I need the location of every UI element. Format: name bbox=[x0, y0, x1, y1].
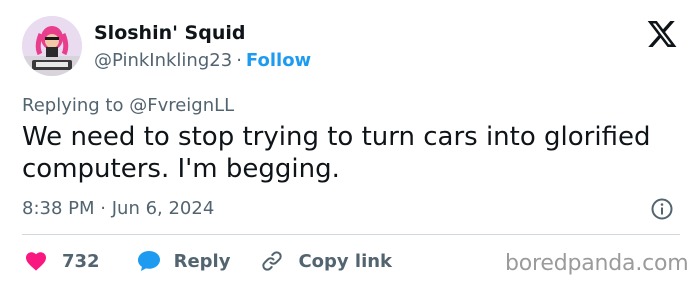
link-icon bbox=[262, 251, 283, 271]
author-handle[interactable]: @PinkInkling23 bbox=[94, 50, 232, 71]
like-button[interactable]: 732 bbox=[24, 249, 100, 273]
x-logo-icon[interactable] bbox=[646, 18, 678, 50]
like-count: 732 bbox=[62, 250, 100, 272]
tweet-date: Jun 6, 2024 bbox=[111, 198, 215, 219]
author-handle-row: @PinkInkling23 · Follow bbox=[94, 50, 311, 71]
reply-mention-link[interactable]: @FvreignLL bbox=[129, 95, 234, 116]
follow-button[interactable]: Follow bbox=[246, 50, 311, 71]
info-icon[interactable] bbox=[650, 197, 674, 221]
divider bbox=[22, 234, 680, 235]
reply-label: Reply bbox=[173, 250, 231, 272]
avatar[interactable] bbox=[22, 16, 82, 76]
reply-context-prefix: Replying to bbox=[22, 95, 124, 116]
action-bar: 732 Reply Copy link bbox=[22, 246, 392, 276]
tweet-time: 8:38 PM bbox=[22, 198, 95, 219]
reply-bubble-icon bbox=[137, 251, 160, 271]
copy-link-button[interactable]: Copy link bbox=[260, 249, 392, 273]
copy-link-label: Copy link bbox=[298, 250, 393, 272]
separator-dot: · bbox=[236, 50, 242, 71]
reply-button[interactable]: Reply bbox=[136, 249, 231, 273]
reply-context: Replying to @FvreignLL bbox=[22, 95, 234, 116]
timestamp-separator: · bbox=[100, 198, 106, 219]
author-display-name[interactable]: Sloshin' Squid bbox=[94, 22, 245, 44]
heart-icon bbox=[26, 252, 46, 271]
tweet-timestamp[interactable]: 8:38 PM · Jun 6, 2024 bbox=[22, 198, 214, 219]
tweet-text: We need to stop trying to turn cars into… bbox=[22, 122, 651, 184]
avatar-image bbox=[22, 16, 82, 76]
watermark: boredpanda.com bbox=[505, 251, 689, 276]
